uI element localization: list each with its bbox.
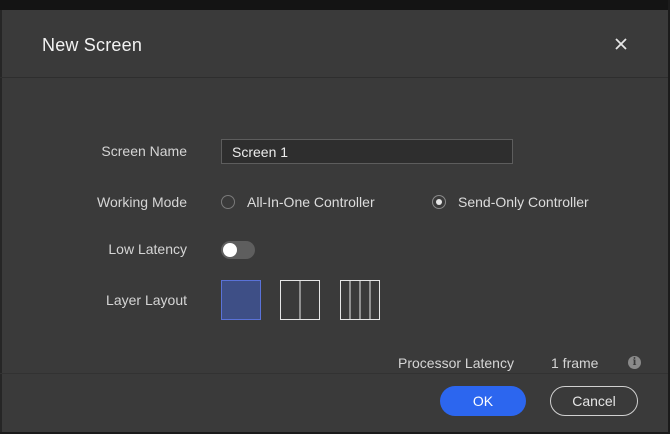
- toggle-knob: [223, 243, 237, 257]
- screen-name-input[interactable]: [221, 139, 513, 164]
- layout-two-column-option[interactable]: [280, 280, 320, 320]
- radio-button[interactable]: [221, 195, 235, 209]
- radio-all-in-one-controller[interactable]: All-In-One Controller: [221, 194, 375, 210]
- low-latency-toggle[interactable]: [221, 241, 255, 259]
- layer-layout-row: Layer Layout: [0, 280, 668, 322]
- screen-name-label: Screen Name: [101, 143, 187, 159]
- layout-four-column-option[interactable]: [340, 280, 380, 320]
- processor-latency-value: 1 frame: [551, 355, 599, 371]
- new-screen-dialog: New Screen Screen Name Working Mode All-…: [0, 0, 668, 432]
- processor-latency-label: Processor Latency: [398, 355, 514, 371]
- footer-divider: [0, 373, 668, 374]
- low-latency-label: Low Latency: [108, 241, 187, 257]
- screen-name-row: Screen Name: [0, 137, 668, 167]
- info-icon[interactable]: i: [628, 356, 641, 369]
- radio-send-only-controller[interactable]: Send-Only Controller: [432, 194, 589, 210]
- radio-label-all-in-one: All-In-One Controller: [247, 194, 375, 210]
- ok-button[interactable]: OK: [440, 386, 526, 416]
- radio-button-checked[interactable]: [432, 195, 446, 209]
- working-mode-row: Working Mode All-In-One Controller Send-…: [0, 188, 668, 218]
- close-icon[interactable]: [610, 33, 632, 55]
- low-latency-row: Low Latency: [0, 235, 668, 265]
- radio-label-send-only: Send-Only Controller: [458, 194, 589, 210]
- dialog-titlebar: New Screen: [0, 10, 668, 78]
- layer-layout-label: Layer Layout: [106, 292, 187, 308]
- layout-single-option[interactable]: [221, 280, 261, 320]
- processor-latency-row: Processor Latency 1 frame i: [0, 353, 668, 375]
- working-mode-label: Working Mode: [96, 194, 187, 210]
- cancel-button[interactable]: Cancel: [550, 386, 638, 416]
- dialog-title: New Screen: [42, 35, 143, 55]
